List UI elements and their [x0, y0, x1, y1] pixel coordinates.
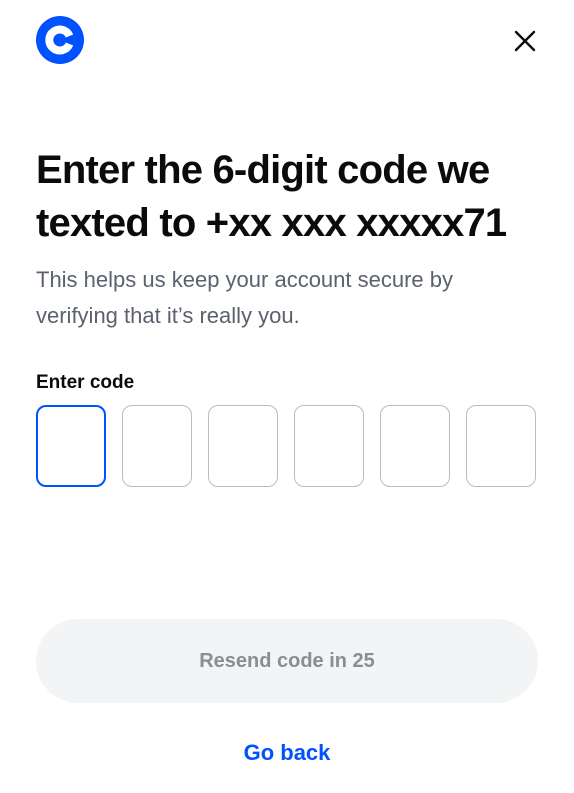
- code-digit-4-input[interactable]: [294, 405, 364, 487]
- close-icon: [514, 30, 536, 52]
- resend-code-label: Resend code in 25: [199, 649, 375, 672]
- code-digit-3-input[interactable]: [208, 405, 278, 487]
- code-input-label: Enter code: [36, 372, 135, 393]
- code-digit-6-input[interactable]: [466, 405, 536, 487]
- page-description: This helps us keep your account secure b…: [36, 267, 454, 328]
- page-title: Enter the 6-digit code we texted to +xx …: [36, 148, 507, 245]
- code-digit-5-input[interactable]: [380, 405, 450, 487]
- code-input-group: [36, 405, 538, 489]
- resend-code-button[interactable]: Resend code in 25: [36, 619, 538, 703]
- go-back-link[interactable]: Go back: [0, 740, 574, 766]
- code-digit-2-input[interactable]: [122, 405, 192, 487]
- coinbase-logo-icon: [36, 16, 84, 64]
- close-button[interactable]: [506, 22, 544, 60]
- code-digit-1-input[interactable]: [36, 405, 106, 487]
